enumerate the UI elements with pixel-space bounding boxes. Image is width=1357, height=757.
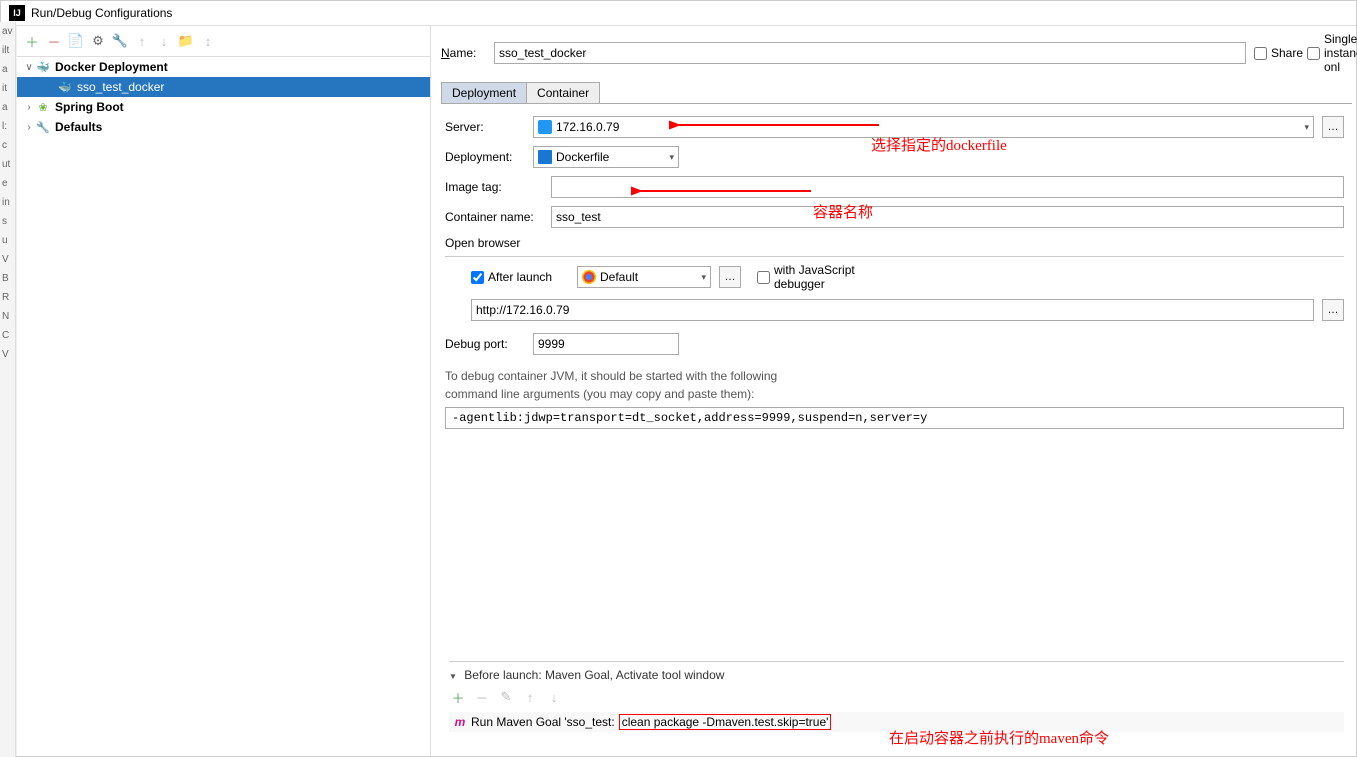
- single-instance-checkbox[interactable]: Single instance onl: [1307, 32, 1352, 74]
- add-button[interactable]: ＋: [23, 32, 41, 50]
- spring-icon: ❀: [35, 99, 51, 115]
- left-gutter: aviltaital:cuteinsuVBRNCV: [0, 22, 16, 757]
- remove-button[interactable]: －: [45, 32, 63, 50]
- name-input[interactable]: [494, 42, 1246, 64]
- bl-edit-button[interactable]: ✎: [497, 688, 515, 706]
- debug-port-label: Debug port:: [445, 337, 525, 351]
- jvm-args-field[interactable]: -agentlib:jdwp=transport=dt_socket,addre…: [445, 407, 1344, 429]
- bl-item-command: clean package -Dmaven.test.skip=true': [619, 714, 832, 730]
- content-panel: Name: Share Single instance onl Deployme…: [431, 26, 1356, 756]
- container-name-label: Container name:: [445, 210, 543, 224]
- settings-button[interactable]: ⚙: [89, 32, 107, 50]
- chevron-right-icon: ›: [23, 122, 35, 133]
- url-input[interactable]: [471, 299, 1314, 321]
- titlebar: IJ Run/Debug Configurations: [1, 1, 1356, 26]
- name-label: Name:: [441, 46, 486, 60]
- bl-add-button[interactable]: ＋: [449, 688, 467, 706]
- deployment-label: Deployment:: [445, 150, 525, 164]
- server-select[interactable]: 172.16.0.79▾: [533, 116, 1314, 138]
- copy-button[interactable]: 📄: [67, 32, 85, 50]
- config-tree[interactable]: ∨ 🐳 Docker Deployment 🐳 sso_test_docker …: [17, 57, 430, 756]
- deployment-select[interactable]: Dockerfile▾: [533, 146, 679, 168]
- js-debugger-checkbox[interactable]: with JavaScript debugger: [757, 263, 855, 291]
- server-ellipsis-button[interactable]: …: [1322, 116, 1344, 138]
- before-launch-header[interactable]: ▼ Before launch: Maven Goal, Activate to…: [449, 668, 1344, 682]
- debug-info-text: To debug container JVM, it should be sta…: [445, 367, 1344, 403]
- chevron-down-icon: ∨: [23, 62, 35, 73]
- up-button[interactable]: ↑: [133, 32, 151, 50]
- share-checkbox[interactable]: Share: [1254, 46, 1299, 60]
- debug-port-input[interactable]: [533, 333, 679, 355]
- url-ellipsis-button[interactable]: …: [1322, 299, 1344, 321]
- container-name-input[interactable]: [551, 206, 1344, 228]
- after-launch-checkbox[interactable]: After launch: [471, 270, 569, 284]
- chevron-right-icon: ›: [23, 102, 35, 113]
- tree-label: sso_test_docker: [77, 80, 164, 94]
- tree-node-spring-boot[interactable]: › ❀ Spring Boot: [17, 97, 430, 117]
- bl-up-button[interactable]: ↑: [521, 688, 539, 706]
- bl-down-button[interactable]: ↓: [545, 688, 563, 706]
- tab-container[interactable]: Container: [526, 82, 600, 104]
- docker-icon: 🐳: [57, 79, 73, 95]
- before-launch-item[interactable]: m Run Maven Goal 'sso_test: clean packag…: [449, 712, 1344, 732]
- tree-toolbar: ＋ － 📄 ⚙ 🔧 ↑ ↓ 📁 ↕: [17, 26, 430, 57]
- folder-button[interactable]: 📁: [177, 32, 195, 50]
- tree-node-defaults[interactable]: › 🔧 Defaults: [17, 117, 430, 137]
- tree-label: Defaults: [55, 120, 102, 134]
- maven-icon: m: [453, 715, 467, 729]
- server-label: Server:: [445, 120, 525, 134]
- config-tree-panel: ＋ － 📄 ⚙ 🔧 ↑ ↓ 📁 ↕ ∨ 🐳 Docker Deployment …: [17, 26, 431, 756]
- app-icon: IJ: [9, 5, 25, 21]
- tree-node-sso-test-docker[interactable]: 🐳 sso_test_docker: [17, 77, 430, 97]
- tab-deployment[interactable]: Deployment: [441, 82, 527, 104]
- chevron-down-icon: ▾: [695, 272, 706, 283]
- chevron-down-icon: ▾: [663, 152, 674, 163]
- tree-label: Spring Boot: [55, 100, 124, 114]
- wrench-icon: 🔧: [35, 119, 51, 135]
- tree-label: Docker Deployment: [55, 60, 168, 74]
- image-tag-label: Image tag:: [445, 180, 543, 194]
- chevron-down-icon: ▾: [1298, 122, 1309, 133]
- browser-select[interactable]: Default▾: [577, 266, 711, 288]
- triangle-down-icon: ▼: [449, 672, 457, 681]
- docker-icon: 🐳: [35, 59, 51, 75]
- bl-item-prefix: Run Maven Goal 'sso_test:: [471, 715, 615, 729]
- wrench-button[interactable]: 🔧: [111, 32, 129, 50]
- bl-remove-button[interactable]: －: [473, 688, 491, 706]
- tree-node-docker-deployment[interactable]: ∨ 🐳 Docker Deployment: [17, 57, 430, 77]
- browser-ellipsis-button[interactable]: …: [719, 266, 741, 288]
- image-tag-input[interactable]: [551, 176, 1344, 198]
- window-title: Run/Debug Configurations: [31, 6, 172, 20]
- sort-button[interactable]: ↕: [199, 32, 217, 50]
- open-browser-label: Open browser: [445, 236, 1344, 250]
- down-button[interactable]: ↓: [155, 32, 173, 50]
